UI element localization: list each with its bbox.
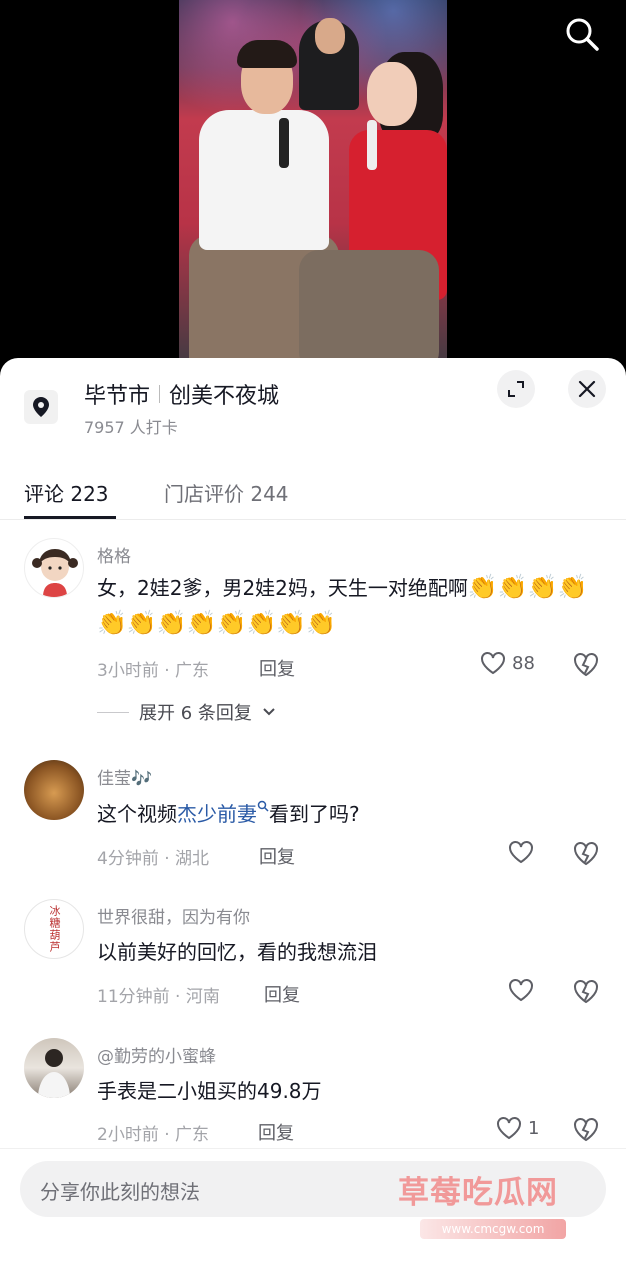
chevron-down-icon	[263, 708, 275, 716]
expand-replies-label: 展开 6 条回复	[139, 703, 252, 724]
like-count: 1	[528, 1117, 540, 1139]
reply-button[interactable]: 回复	[264, 981, 300, 1007]
location-city: 毕节市	[84, 384, 151, 409]
background-person-head	[315, 18, 345, 54]
search-link-text: 杰少前妻	[177, 802, 257, 826]
close-button[interactable]	[568, 370, 606, 408]
heart-icon	[497, 1117, 521, 1140]
expand-icon	[508, 381, 524, 397]
microphone	[279, 118, 289, 168]
heart-icon	[509, 841, 533, 864]
clap-emoji: 👏	[156, 609, 187, 637]
watermark-url: www.cmcgw.com	[420, 1219, 566, 1239]
search-small-icon	[257, 800, 269, 812]
avatar[interactable]	[24, 1038, 84, 1098]
dislike-button[interactable]	[572, 651, 600, 679]
clap-emoji: 👏	[216, 609, 247, 637]
man-hair	[237, 40, 297, 68]
watermark-text: 草莓吃瓜网	[398, 1175, 558, 1211]
comment-text: 女，2娃2爹，男2娃2妈，天生一对绝配啊👏👏👏👏👏👏👏👏👏👏👏👏	[97, 570, 602, 642]
clap-emoji: 👏	[467, 573, 498, 601]
broken-heart-icon	[574, 653, 598, 677]
clap-emoji: 👏	[126, 609, 157, 637]
tab-reviews[interactable]: 门店评价 244	[164, 478, 289, 507]
heart-icon	[509, 979, 533, 1002]
broken-heart-icon	[574, 842, 598, 866]
comment-text: 这个视频杰少前妻 看到了吗?	[97, 796, 602, 832]
dislike-button[interactable]	[572, 978, 600, 1006]
comment-username[interactable]: @勤劳的小蜜蜂	[97, 1042, 216, 1067]
comment-meta: 11分钟前 · 河南	[97, 987, 220, 1007]
tab-comments[interactable]: 评论 223	[24, 478, 109, 507]
clap-emoji: 👏	[246, 609, 277, 637]
comment-text: 手表是二小姐买的49.8万	[97, 1079, 322, 1103]
avatar[interactable]	[24, 760, 84, 820]
like-count: 88	[512, 652, 535, 674]
search-icon[interactable]	[564, 16, 600, 52]
video-frame	[179, 0, 447, 372]
broken-heart-icon	[574, 980, 598, 1004]
video-player[interactable]	[0, 0, 626, 372]
avatar[interactable]: 冰糖葫芦	[24, 899, 84, 959]
close-icon	[578, 380, 596, 398]
heart-icon	[481, 652, 505, 675]
like-button[interactable]: 1	[496, 1116, 539, 1140]
dislike-button[interactable]	[572, 840, 600, 868]
title-divider	[159, 385, 161, 403]
comment-meta: 4分钟前 · 湖北	[97, 849, 210, 869]
expand-replies-button[interactable]: 展开 6 条回复	[97, 699, 276, 725]
reply-button[interactable]: 回复	[259, 655, 295, 681]
checkin-count: 7957 人打卡	[84, 418, 178, 437]
dislike-button[interactable]	[572, 1116, 600, 1144]
avatar-calligraphy: 冰糖葫芦	[48, 905, 61, 953]
broken-heart-icon	[574, 1118, 598, 1142]
comment-body-start: 这个视频	[97, 802, 177, 826]
clap-emoji: 👏	[497, 573, 528, 601]
woman-head	[367, 62, 417, 126]
comments-sheet: 毕节市 创美不夜城 7957 人打卡 评论 223 门店评价 244 格格 女，…	[0, 358, 626, 1280]
expand-button[interactable]	[497, 370, 535, 408]
comment-input-bar: 分享你此刻的想法 草莓吃瓜网 www.cmcgw.com	[0, 1148, 626, 1280]
avatar[interactable]	[24, 538, 84, 598]
comment-meta: 2小时前 · 广东	[97, 1125, 210, 1145]
clap-emoji: 👏	[276, 609, 307, 637]
clap-emoji: 👏	[306, 609, 337, 637]
clap-emoji: 👏	[527, 573, 558, 601]
comment-meta: 3小时前 · 广东	[97, 661, 210, 681]
location-place: 创美不夜城	[169, 384, 280, 409]
comment-text: 以前美好的回忆，看的我想流泪	[97, 940, 377, 964]
clap-emoji: 👏	[557, 573, 588, 601]
search-link[interactable]: 杰少前妻	[177, 800, 269, 826]
like-button[interactable]: 88	[480, 651, 535, 675]
comment-body: 女，2娃2爹，男2娃2妈，天生一对绝配啊	[97, 576, 468, 600]
like-button[interactable]	[508, 978, 534, 1002]
clap-emoji: 👏	[97, 609, 127, 637]
tab-bar: 评论 223 门店评价 244	[0, 468, 626, 520]
comment-username[interactable]: 佳莹🎶	[97, 764, 152, 789]
location-title[interactable]: 毕节市 创美不夜城	[84, 378, 279, 410]
coat	[299, 250, 439, 372]
input-placeholder: 分享你此刻的想法	[40, 1180, 200, 1204]
like-button[interactable]	[508, 840, 534, 864]
comment-body-end: 看到了吗?	[269, 802, 360, 826]
reply-button[interactable]: 回复	[259, 843, 295, 869]
location-pin-icon	[24, 390, 58, 424]
reply-button[interactable]: 回复	[258, 1119, 294, 1145]
comment-username[interactable]: 格格	[97, 542, 131, 567]
microphone-2	[367, 120, 377, 170]
location-header[interactable]: 毕节市 创美不夜城 7957 人打卡	[0, 358, 626, 448]
man-shirt	[199, 110, 329, 250]
tab-active-indicator	[24, 516, 116, 519]
clap-emoji: 👏	[186, 609, 217, 637]
comment-username[interactable]: 世界很甜，因为有你	[97, 903, 250, 928]
divider-line	[97, 711, 129, 713]
